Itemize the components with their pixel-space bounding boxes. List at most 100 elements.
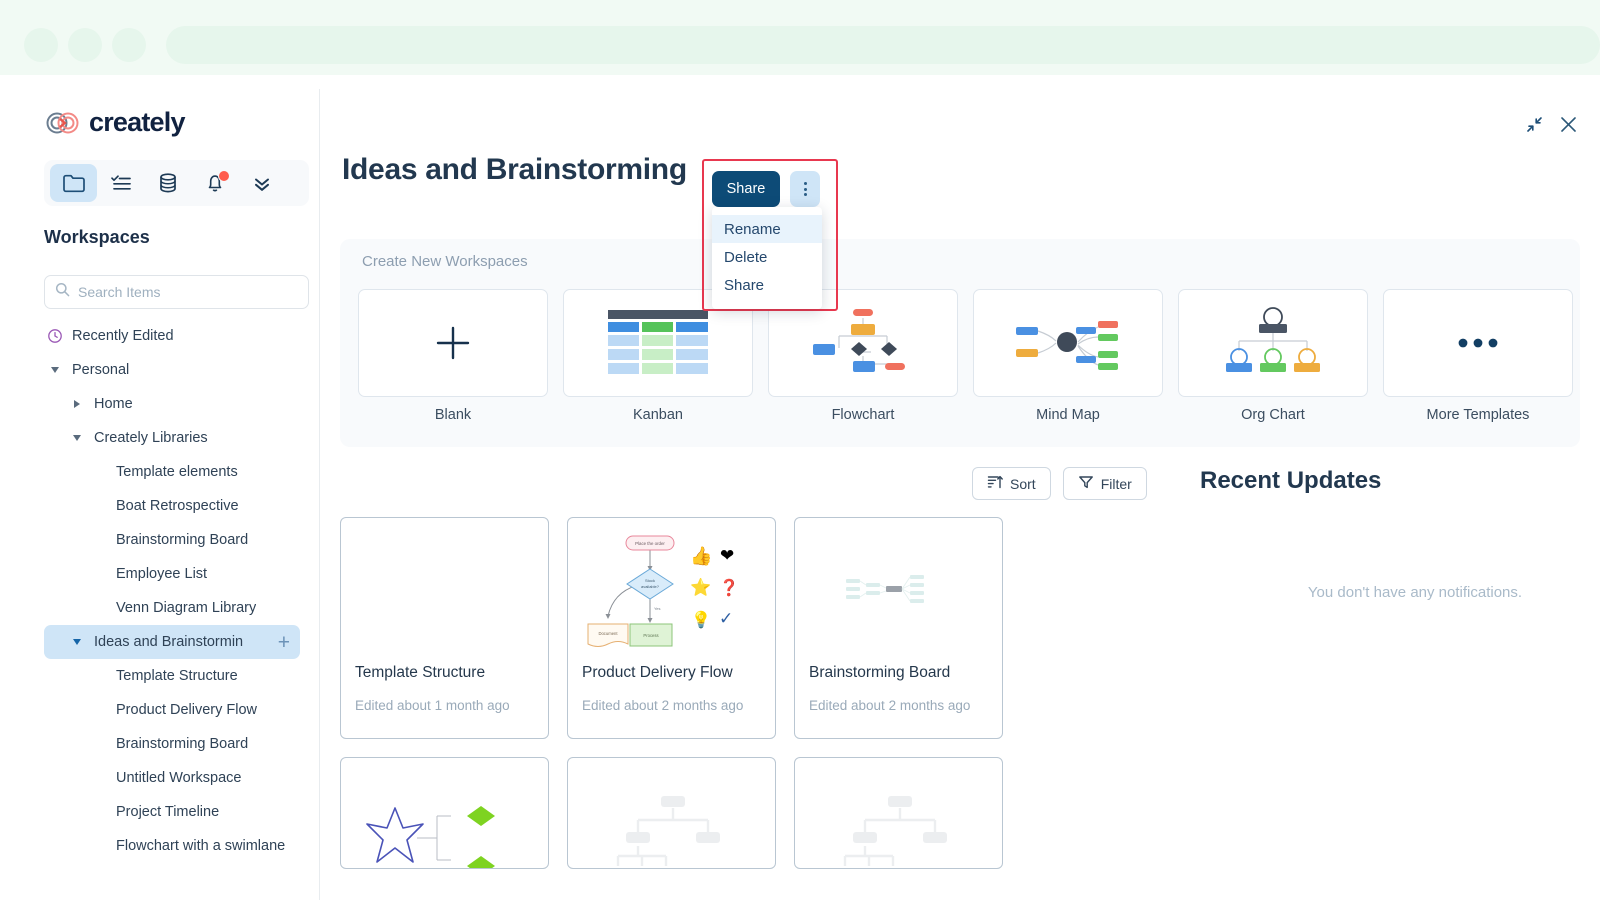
- collapse-icon[interactable]: [1526, 116, 1543, 138]
- document-thumbnail: [341, 758, 548, 868]
- document-grid: Template Structure Edited about 1 month a…: [340, 517, 1020, 869]
- add-workspace-icon[interactable]: +: [278, 632, 290, 653]
- sidebar-item-untitled-workspace[interactable]: Untitled Workspace: [32, 761, 319, 795]
- template-card-blank[interactable]: Blank: [358, 289, 548, 423]
- sidebar-item-label: Ideas and Brainstormin: [94, 634, 244, 650]
- plus-icon: [436, 326, 470, 360]
- search-input-wrapper[interactable]: [44, 275, 309, 309]
- sidebar-item-employee-list[interactable]: Employee List: [32, 557, 319, 591]
- svg-text:available?: available?: [640, 584, 659, 589]
- filter-label: Filter: [1100, 475, 1132, 492]
- menu-item-rename[interactable]: Rename: [712, 215, 822, 243]
- plus-thumbnail: [358, 289, 548, 397]
- url-bar[interactable]: [166, 26, 1600, 64]
- document-card[interactable]: [794, 757, 1003, 869]
- no-notifications-message: You don't have any notifications.: [1307, 584, 1523, 601]
- sidebar-item-template-structure[interactable]: Template Structure: [32, 659, 319, 693]
- creately-logo[interactable]: creately: [44, 107, 185, 138]
- svg-text:✓: ✓: [719, 609, 733, 629]
- sidebar-item-label: Project Timeline: [116, 804, 220, 820]
- sort-label: Sort: [1010, 475, 1036, 492]
- sidebar-item-label: Template elements: [116, 464, 238, 480]
- document-thumbnail: [795, 518, 1002, 660]
- page-title: Ideas and Brainstorming: [342, 153, 687, 186]
- filter-icon: [1078, 474, 1094, 493]
- mindmap-thumbnail: [973, 289, 1163, 397]
- template-card-kanban[interactable]: Kanban: [563, 289, 753, 423]
- window-dot-minimize[interactable]: [68, 28, 102, 62]
- document-card[interactable]: Brainstorming Board Edited about 2 months…: [794, 517, 1003, 739]
- clock-icon: [48, 329, 62, 343]
- sort-button[interactable]: Sort: [972, 467, 1051, 500]
- document-name: Template Structure: [355, 664, 486, 681]
- menu-item-delete[interactable]: Delete: [712, 243, 822, 271]
- sidebar-item-brainstorming-board[interactable]: Brainstorming Board: [32, 727, 319, 761]
- menu-item-share[interactable]: Share: [712, 271, 822, 299]
- svg-text:👍: 👍: [690, 545, 712, 567]
- chevron-down-icon[interactable]: [73, 435, 81, 441]
- database-icon: [159, 173, 176, 193]
- checklist-icon-button[interactable]: [97, 164, 144, 202]
- svg-text:Stock: Stock: [644, 578, 654, 583]
- sidebar-item-label: Flowchart with a swimlane: [116, 838, 286, 854]
- app-window: creately Workspaces Search Items Recentl…: [0, 75, 1600, 900]
- document-thumbnail: [568, 758, 775, 868]
- template-card-mind-map[interactable]: Mind Map: [973, 289, 1163, 423]
- chevron-right-icon[interactable]: [74, 400, 80, 408]
- svg-text:Place the order: Place the order: [635, 541, 665, 546]
- ellipsis-thumbnail: [1383, 289, 1573, 397]
- folder-icon: [62, 174, 85, 193]
- template-card-label: Org Chart: [1241, 407, 1305, 423]
- svg-text:💡: 💡: [691, 610, 711, 629]
- sidebar-item-ideas-and-brainstormin[interactable]: Ideas and Brainstormin +: [44, 625, 300, 659]
- chevron-down-icon[interactable]: [51, 367, 59, 373]
- sidebar-item-label: Brainstorming Board: [116, 532, 249, 548]
- template-card-flowchart[interactable]: Flowchart: [768, 289, 958, 423]
- document-card[interactable]: Place the order Stock available? Yes Documen…: [567, 517, 776, 739]
- more-options-button[interactable]: [790, 171, 820, 207]
- window-dot-maximize[interactable]: [112, 28, 146, 62]
- grey-orgchart-thumbnail: [616, 796, 720, 866]
- template-card-label: Flowchart: [831, 407, 895, 423]
- search-input[interactable]: [78, 284, 288, 300]
- sidebar-item-venn-diagram-library[interactable]: Venn Diagram Library: [32, 591, 319, 625]
- template-card-label: Mind Map: [1036, 407, 1100, 423]
- chevron-down-icon[interactable]: [73, 639, 81, 645]
- sidebar-item-boat-retrospective[interactable]: Boat Retrospective: [32, 489, 319, 523]
- svg-text:❓: ❓: [719, 578, 739, 597]
- recent-updates-heading: Recent Updates: [1200, 467, 1382, 494]
- chevron-double-down-icon-button[interactable]: [238, 164, 285, 202]
- document-card[interactable]: [567, 757, 776, 869]
- close-icon[interactable]: [1559, 115, 1578, 139]
- document-card[interactable]: Template Structure Edited about 1 month a…: [340, 517, 549, 739]
- svg-text:❤: ❤: [720, 546, 734, 566]
- sidebar-item-label: Employee List: [116, 566, 208, 582]
- sidebar-item-product-delivery-flow[interactable]: Product Delivery Flow: [32, 693, 319, 727]
- browser-chrome: [0, 0, 1600, 75]
- ellipsis-icon: [1458, 338, 1498, 348]
- template-card-org-chart[interactable]: Org Chart: [1178, 289, 1368, 423]
- sidebar-item-label: Creately Libraries: [94, 430, 208, 446]
- sidebar-item-project-timeline[interactable]: Project Timeline: [32, 795, 319, 829]
- creately-logo-mark: [44, 110, 82, 136]
- bell-icon-button[interactable]: [191, 164, 238, 202]
- share-button[interactable]: Share: [712, 171, 780, 207]
- template-card-more-templates[interactable]: More Templates: [1383, 289, 1573, 423]
- folder-icon-button[interactable]: [50, 164, 97, 202]
- sidebar-item-flowchart-with-a-swimlane[interactable]: Flowchart with a swimlane: [32, 829, 319, 863]
- database-icon-button[interactable]: [144, 164, 191, 202]
- sidebar-item-creately-libraries[interactable]: Creately Libraries: [32, 421, 319, 455]
- notification-badge: [218, 170, 230, 182]
- sidebar-item-personal[interactable]: Personal: [32, 353, 319, 387]
- sidebar-item-brainstorming-board[interactable]: Brainstorming Board: [32, 523, 319, 557]
- sidebar-item-label: Boat Retrospective: [116, 498, 239, 514]
- delivery-flow-thumbnail: Place the order Stockavailable? Yes Documen…: [587, 535, 739, 647]
- window-dot-close[interactable]: [24, 28, 58, 62]
- filter-button[interactable]: Filter: [1062, 467, 1147, 500]
- document-card[interactable]: [340, 757, 549, 869]
- sidebar-item-home[interactable]: Home: [32, 387, 319, 421]
- workspace-tree: Recently Edited Personal Home Creately Libr…: [32, 319, 319, 863]
- document-edited-time: Edited about 2 months ago: [582, 698, 744, 713]
- sidebar-item-template-elements[interactable]: Template elements: [32, 455, 319, 489]
- sidebar-item-recently-edited[interactable]: Recently Edited: [32, 319, 319, 353]
